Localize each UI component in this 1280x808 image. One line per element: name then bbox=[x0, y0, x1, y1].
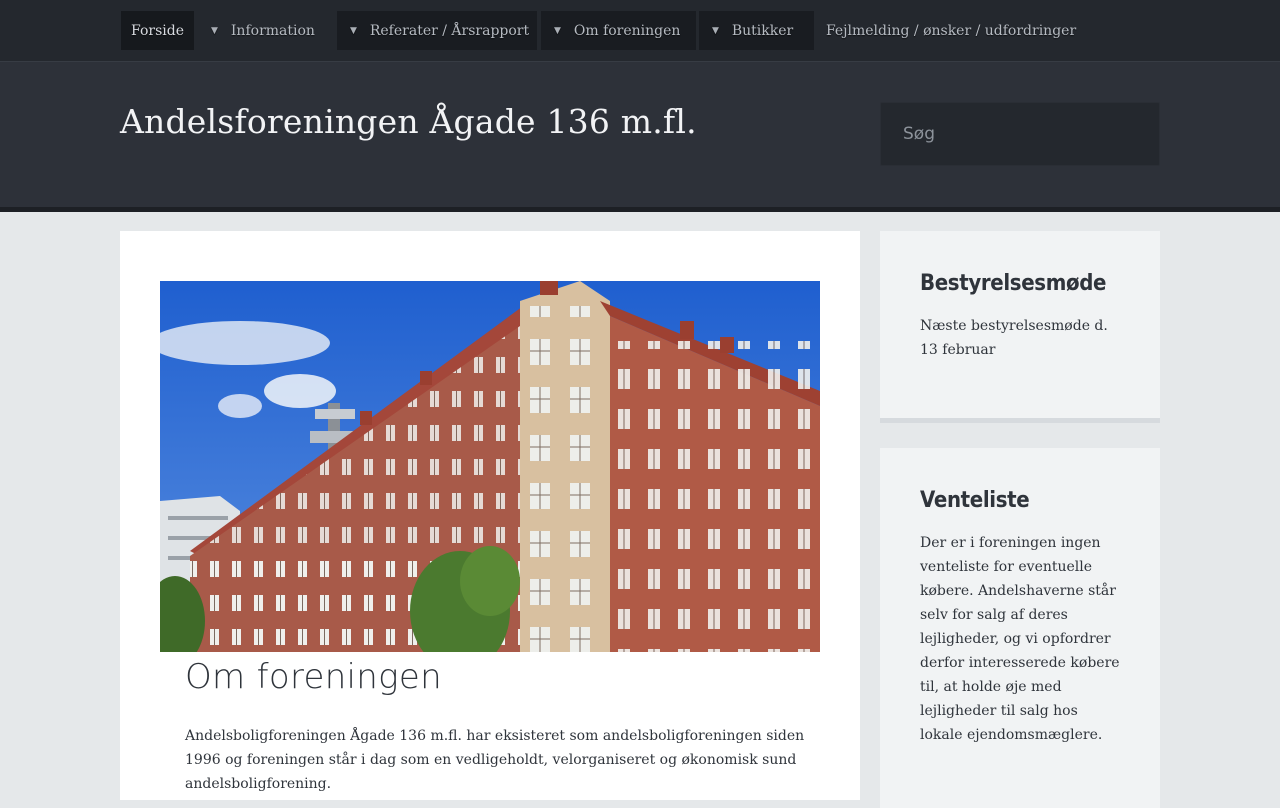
nav-item-butikker[interactable]: ▼ Butikker bbox=[698, 11, 814, 50]
site-title[interactable]: Andelsforeningen Ågade 136 m.fl. bbox=[120, 102, 697, 141]
chevron-down-icon: ▼ bbox=[210, 25, 218, 36]
nav-item-fejlmelding[interactable]: Fejlmelding / ønsker / udfordringer bbox=[816, 11, 1086, 50]
nav-menu: Forside ▼ Information ▼ Referater / Årsr… bbox=[121, 11, 1086, 50]
nav-item-label: Butikker bbox=[731, 22, 794, 39]
nav-item-om-foreningen[interactable]: ▼ Om foreningen bbox=[540, 11, 696, 50]
nav-item-label: Forside bbox=[131, 22, 184, 39]
widget-title: Venteliste bbox=[920, 488, 1030, 513]
top-navigation: Forside ▼ Information ▼ Referater / Årsr… bbox=[0, 0, 1280, 62]
nav-item-forside[interactable]: Forside bbox=[121, 11, 194, 50]
featured-image bbox=[160, 281, 820, 652]
entry-title: Om foreningen bbox=[185, 657, 442, 697]
chevron-down-icon: ▼ bbox=[553, 25, 561, 36]
chevron-down-icon: ▼ bbox=[349, 25, 357, 36]
widget-text: Der er i foreningen ingen venteliste for… bbox=[920, 535, 1120, 743]
nav-item-label: Fejlmelding / ønsker / udfordringer bbox=[825, 22, 1077, 39]
site-header: Andelsforeningen Ågade 136 m.fl. bbox=[0, 62, 1280, 212]
search-box[interactable] bbox=[880, 102, 1160, 166]
widget-text: Næste bestyrelsesmøde d. 13 februar bbox=[920, 318, 1108, 358]
nav-item-label: Om foreningen bbox=[573, 22, 681, 39]
building-photo bbox=[160, 281, 820, 652]
nav-item-label: Information bbox=[230, 22, 315, 39]
nav-item-label: Referater / Årsrapport bbox=[369, 22, 530, 39]
search-input[interactable] bbox=[901, 123, 1139, 145]
nav-item-referater[interactable]: ▼ Referater / Årsrapport bbox=[336, 11, 537, 50]
widget-venteliste: Venteliste Der er i foreningen ingen ven… bbox=[880, 448, 1160, 808]
widget-title: Bestyrelsesmøde bbox=[920, 271, 1107, 296]
nav-item-information[interactable]: ▼ Information bbox=[198, 11, 337, 50]
widget-bestyrelsesmode: Bestyrelsesmøde Næste bestyrelsesmøde d.… bbox=[880, 231, 1160, 423]
chevron-down-icon: ▼ bbox=[711, 25, 719, 36]
entry-body: Andelsboligforeningen Ågade 136 m.fl. ha… bbox=[185, 728, 805, 792]
main-content: Om foreningen Andelsboligforeningen Ågad… bbox=[120, 231, 860, 800]
